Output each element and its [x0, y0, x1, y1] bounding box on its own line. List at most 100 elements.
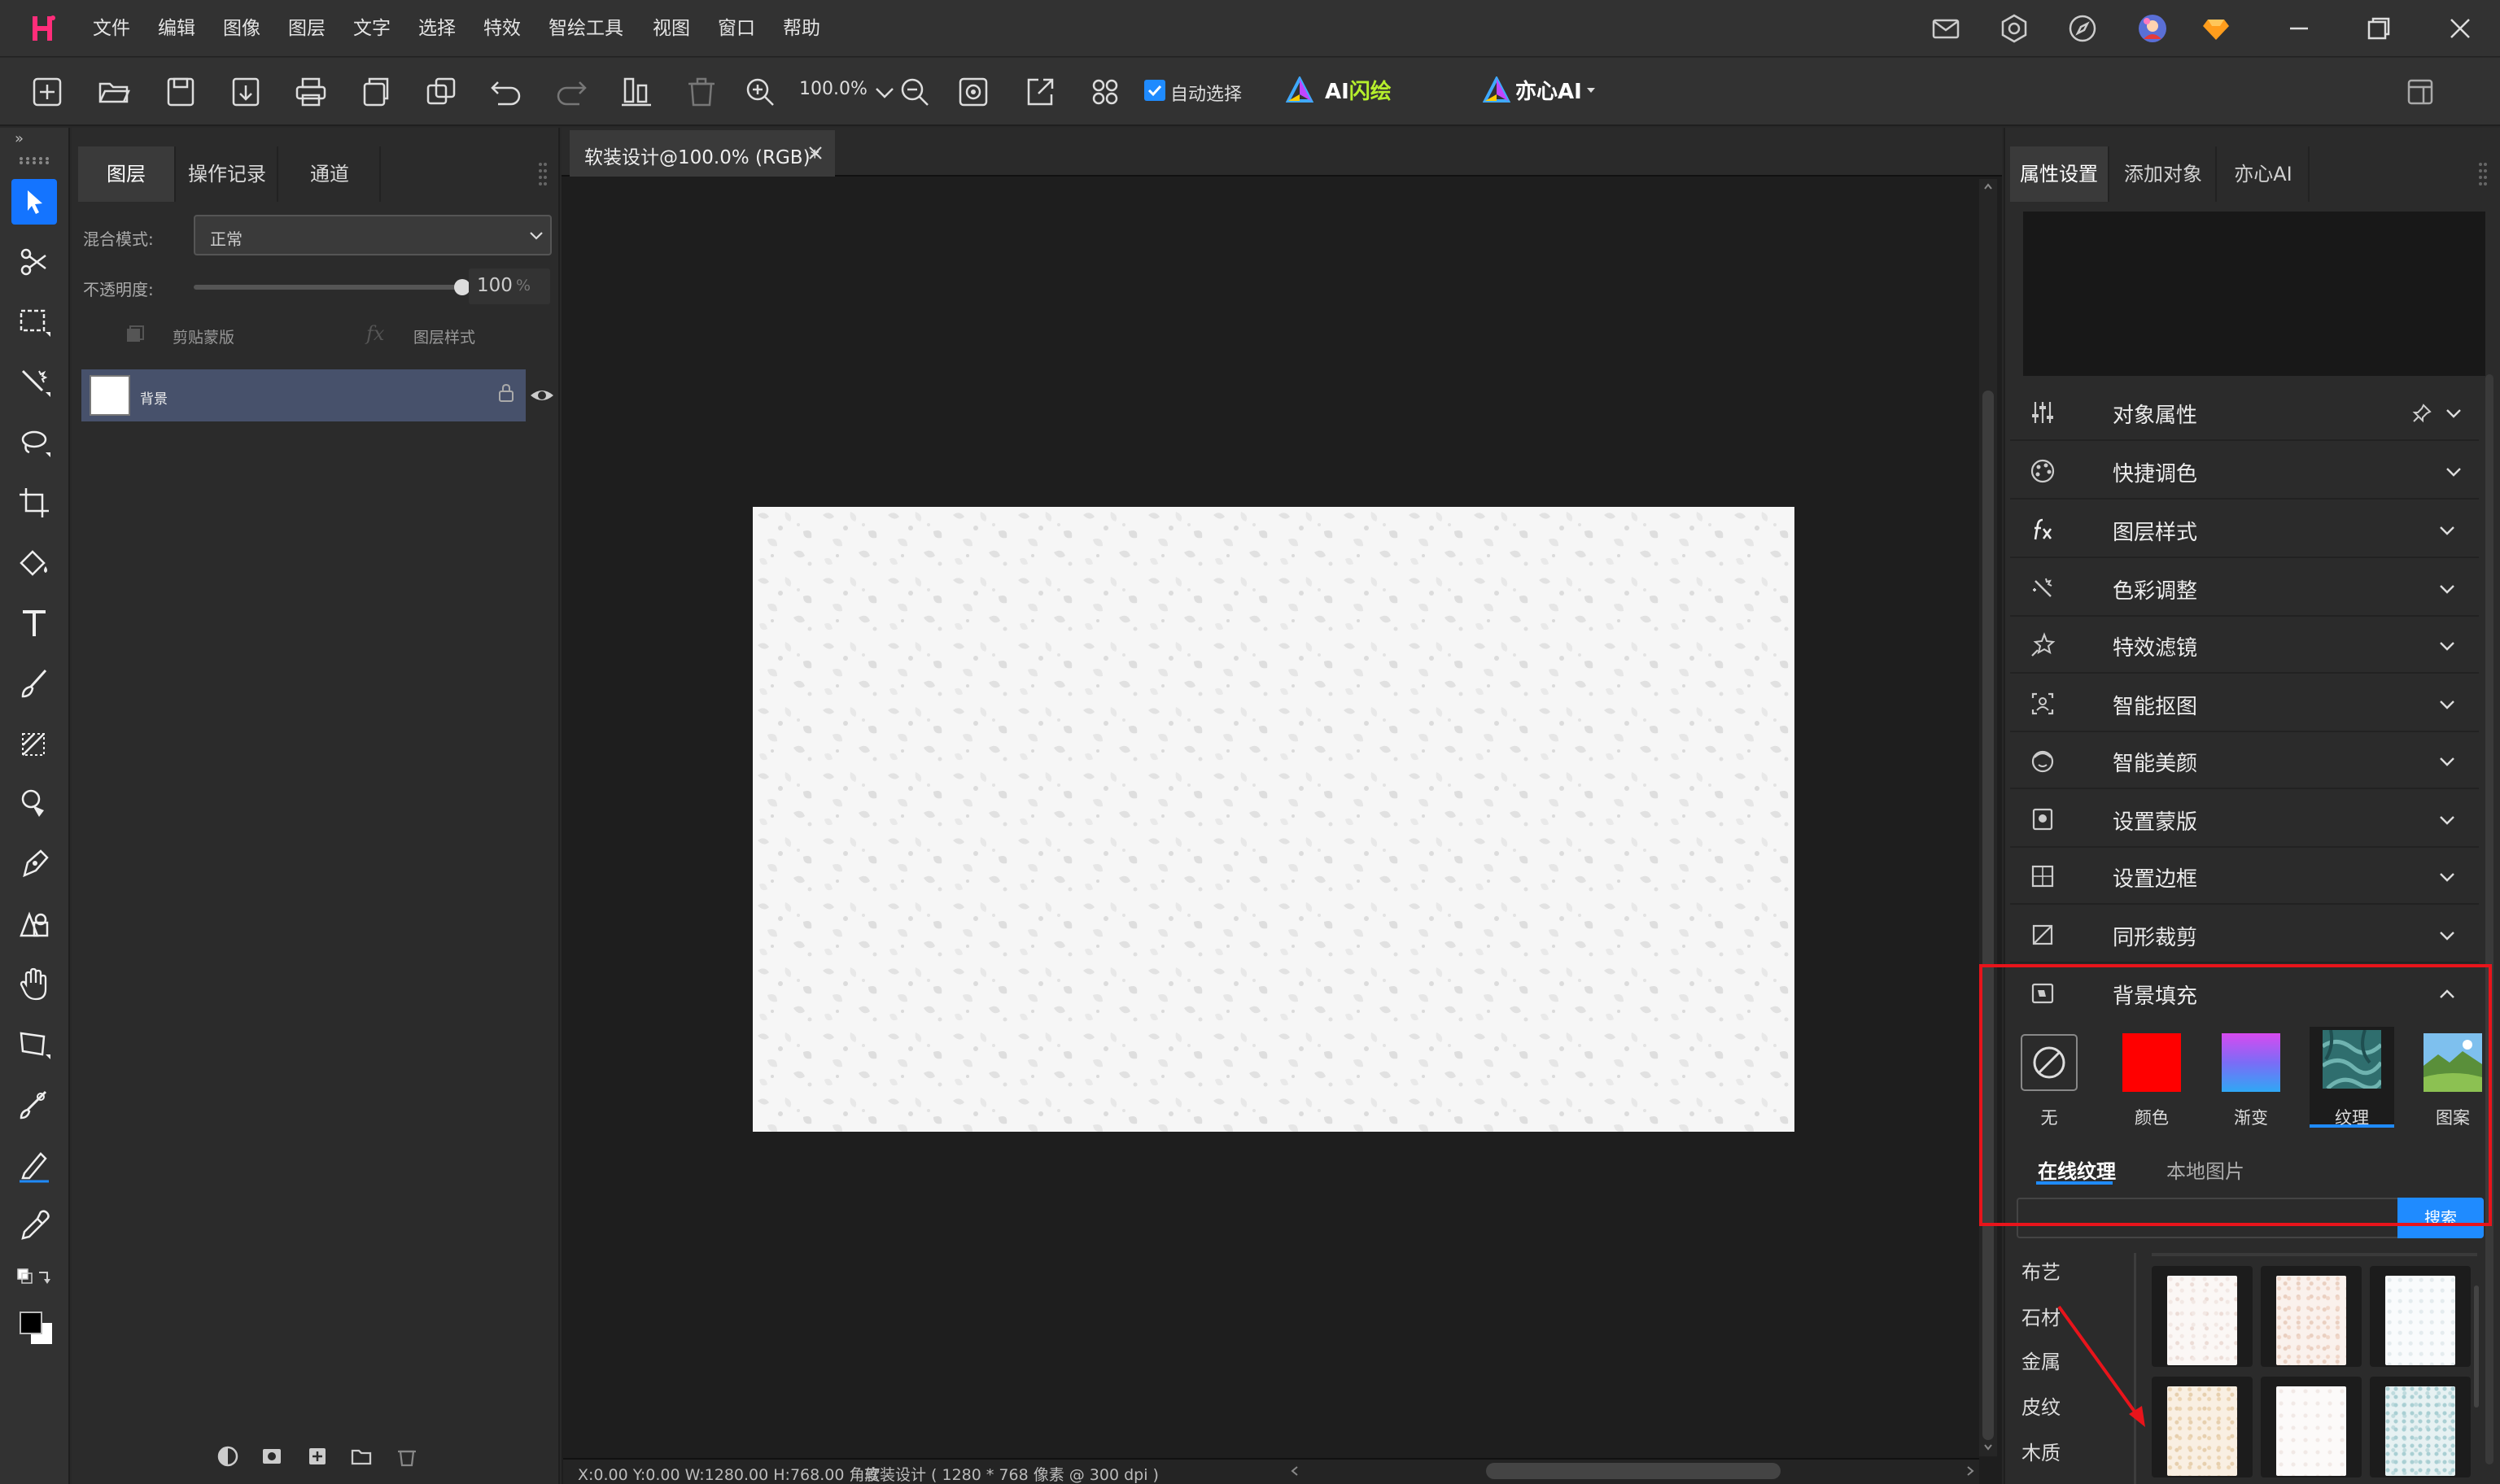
new-layer-icon[interactable]	[306, 1445, 329, 1468]
vertical-scrollbar-thumb[interactable]	[1982, 391, 1994, 1440]
clip-mask-icon[interactable]	[124, 324, 145, 345]
plugins-icon[interactable]	[1086, 72, 1125, 111]
menu-select[interactable]: 选择	[418, 0, 456, 57]
screenshot-icon[interactable]	[954, 72, 993, 111]
menu-smart-tools[interactable]: 智绘工具	[549, 0, 623, 57]
ai-flash-button[interactable]: AI闪绘	[1325, 75, 1392, 105]
expand-tools-icon[interactable]: »	[15, 130, 31, 147]
texture-thumbnail[interactable]	[2261, 1266, 2362, 1367]
menu-effects[interactable]: 特效	[483, 0, 521, 57]
redo-icon[interactable]	[552, 72, 591, 111]
menu-image[interactable]: 图像	[223, 0, 260, 57]
copy-icon[interactable]	[356, 72, 396, 111]
hand-tool-icon[interactable]	[11, 962, 57, 1007]
right-panel-scrollbar[interactable]	[2485, 374, 2493, 1464]
document-tab[interactable]: 软装设计@100.0% (RGB)*	[570, 130, 835, 177]
magic-wand-tool-icon[interactable]	[11, 360, 57, 405]
eyedropper-tool-icon[interactable]	[11, 1202, 57, 1248]
menu-edit[interactable]: 编辑	[158, 0, 195, 57]
duplicate-icon[interactable]	[422, 72, 461, 111]
fx-icon[interactable]: fx	[366, 322, 384, 345]
new-group-folder-icon[interactable]	[350, 1445, 373, 1468]
tab-yixin-ai[interactable]: 亦心AI	[2218, 146, 2310, 202]
healing-brush-tool-icon[interactable]	[11, 1082, 57, 1128]
foreground-background-color-icon[interactable]	[18, 1310, 55, 1347]
transform-tool-icon[interactable]	[11, 1022, 57, 1067]
category-fabric[interactable]: 布艺	[2021, 1256, 2061, 1285]
move-tool-icon[interactable]	[11, 179, 57, 225]
lasso-tool-icon[interactable]	[11, 420, 57, 465]
lock-icon[interactable]	[496, 382, 516, 404]
layer-name[interactable]: 背景	[140, 387, 168, 408]
menu-help[interactable]: 帮助	[783, 0, 820, 57]
texture-thumbnail[interactable]	[2261, 1377, 2362, 1477]
save-as-icon[interactable]	[226, 72, 265, 111]
tab-channels[interactable]: 通道	[280, 146, 381, 202]
prop-color-adjust[interactable]: 色彩调整	[2010, 560, 2479, 617]
stamp-tool-icon[interactable]	[11, 781, 57, 827]
save-icon[interactable]	[161, 72, 200, 111]
zoom-out-icon[interactable]	[894, 72, 933, 111]
prop-smart-beauty[interactable]: 智能美颜	[2010, 732, 2479, 789]
drag-handle-icon[interactable]	[18, 156, 50, 164]
tab-layers[interactable]: 图层	[78, 146, 176, 202]
horizontal-scrollbar-thumb[interactable]	[1486, 1463, 1781, 1479]
layer-thumbnail[interactable]	[90, 375, 130, 416]
texture-grid-scrollbar[interactable]	[2474, 1285, 2479, 1408]
right-panel-grip-icon[interactable]	[2477, 159, 2489, 189]
mail-icon[interactable]	[1930, 13, 1961, 44]
tab-history[interactable]: 操作记录	[177, 146, 278, 202]
panel-grip-icon[interactable]	[537, 159, 549, 189]
yixin-ai-dropdown-icon[interactable]	[1585, 85, 1597, 96]
close-tab-icon[interactable]	[806, 143, 825, 163]
scroll-left-icon[interactable]	[1289, 1464, 1300, 1477]
brush-tool-icon[interactable]	[11, 661, 57, 706]
menu-file[interactable]: 文件	[93, 0, 130, 57]
panel-layout-icon[interactable]	[2401, 72, 2440, 111]
menu-text[interactable]: 文字	[353, 0, 391, 57]
prop-layer-style[interactable]: 图层样式	[2010, 501, 2479, 558]
texture-thumbnail[interactable]	[2152, 1266, 2253, 1367]
minimize-icon[interactable]	[2284, 13, 2314, 44]
crop-tool-icon[interactable]	[11, 480, 57, 526]
delete-layer-icon[interactable]	[396, 1445, 418, 1468]
prop-object-properties[interactable]: 对象属性	[2010, 384, 2479, 441]
yixin-ai-button[interactable]: 亦心AI	[1515, 75, 1582, 105]
scissors-tool-icon[interactable]	[11, 239, 57, 285]
opacity-slider-thumb[interactable]	[454, 279, 470, 295]
undo-icon[interactable]	[487, 72, 526, 111]
opacity-input[interactable]: 100 %	[469, 268, 550, 304]
prop-shape-crop[interactable]: 同形裁剪	[2010, 906, 2479, 963]
text-tool-icon[interactable]	[11, 600, 57, 646]
add-mask-icon[interactable]	[260, 1445, 283, 1468]
scroll-down-icon[interactable]	[1982, 1442, 1994, 1453]
menu-view[interactable]: 视图	[653, 0, 690, 57]
open-folder-icon[interactable]	[94, 72, 133, 111]
new-file-icon[interactable]	[28, 72, 67, 111]
avatar[interactable]	[2137, 13, 2168, 44]
blend-mode-select[interactable]: 正常	[194, 215, 552, 255]
layer-style-label[interactable]: 图层样式	[413, 325, 475, 347]
settings-icon[interactable]	[1999, 13, 2030, 44]
image-canvas[interactable]	[753, 507, 1794, 1132]
eye-icon[interactable]	[527, 381, 557, 410]
paint-bucket-tool-icon[interactable]	[11, 540, 57, 586]
auto-select-label[interactable]: 自动选择	[1170, 80, 1242, 106]
shape-tool-icon[interactable]	[11, 901, 57, 947]
compass-icon[interactable]	[2067, 13, 2098, 44]
prop-set-border[interactable]: 设置边框	[2010, 848, 2479, 905]
zoom-value[interactable]: 100.0%	[799, 79, 868, 99]
marker-tool-icon[interactable]	[11, 1142, 57, 1188]
close-icon[interactable]	[2445, 13, 2476, 44]
delete-icon[interactable]	[682, 72, 721, 111]
prop-smart-cutout[interactable]: 智能抠图	[2010, 675, 2479, 732]
texture-thumbnail[interactable]	[2370, 1377, 2471, 1477]
prop-quick-color[interactable]: 快捷调色	[2010, 443, 2479, 500]
clip-mask-label[interactable]: 剪贴蒙版	[173, 325, 234, 347]
prop-set-mask[interactable]: 设置蒙版	[2010, 791, 2479, 848]
menu-window[interactable]: 窗口	[718, 0, 755, 57]
texture-thumbnail[interactable]	[2152, 1377, 2253, 1477]
pin-icon[interactable]	[2410, 402, 2433, 425]
align-icon[interactable]	[617, 72, 656, 111]
marquee-tool-icon[interactable]	[11, 299, 57, 345]
